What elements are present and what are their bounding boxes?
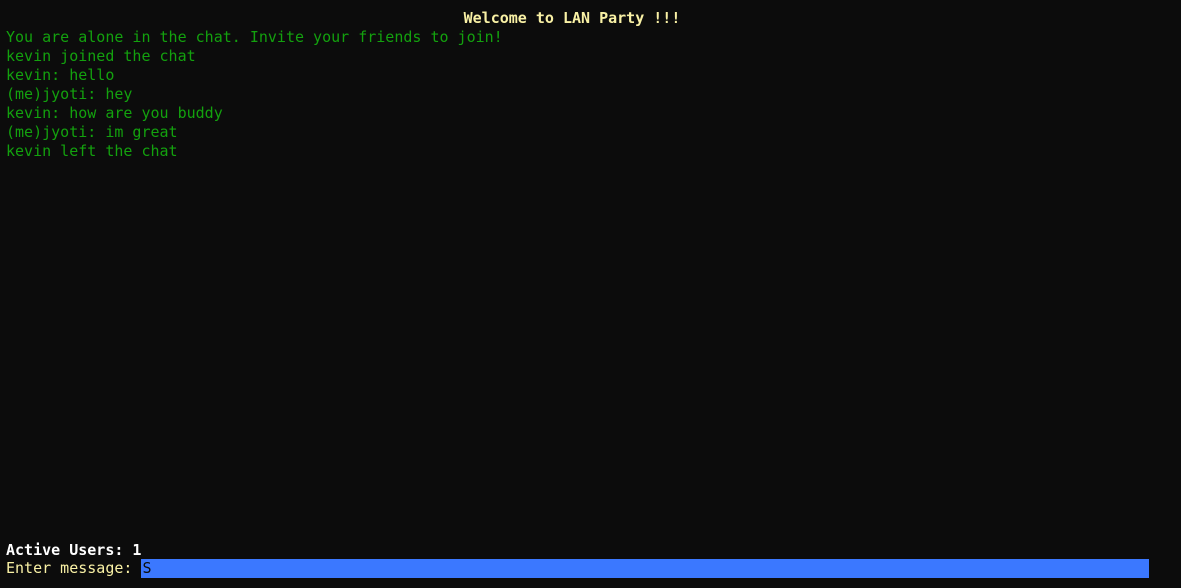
list-item: (me)jyoti: im great — [6, 123, 178, 141]
list-item: kevin: hello — [6, 66, 115, 84]
list-item: kevin left the chat — [6, 142, 178, 160]
list-item: kevin joined the chat — [6, 47, 196, 65]
terminal-window: Welcome to LAN Party !!! You are alone i… — [0, 0, 1181, 588]
message-input[interactable] — [141, 559, 1149, 578]
list-item: (me)jyoti: hey — [6, 85, 133, 103]
list-item: You are alone in the chat. Invite your f… — [6, 28, 503, 46]
chat-title: Welcome to LAN Party !!! — [463, 9, 681, 27]
active-users-status: Active Users: 1 — [6, 541, 142, 559]
message-list: You are alone in the chat. Invite your f… — [6, 28, 503, 161]
list-item: kevin: how are you buddy — [6, 104, 223, 122]
message-input-label: Enter message: — [6, 559, 142, 577]
message-input-row: Enter message: — [6, 559, 1149, 578]
